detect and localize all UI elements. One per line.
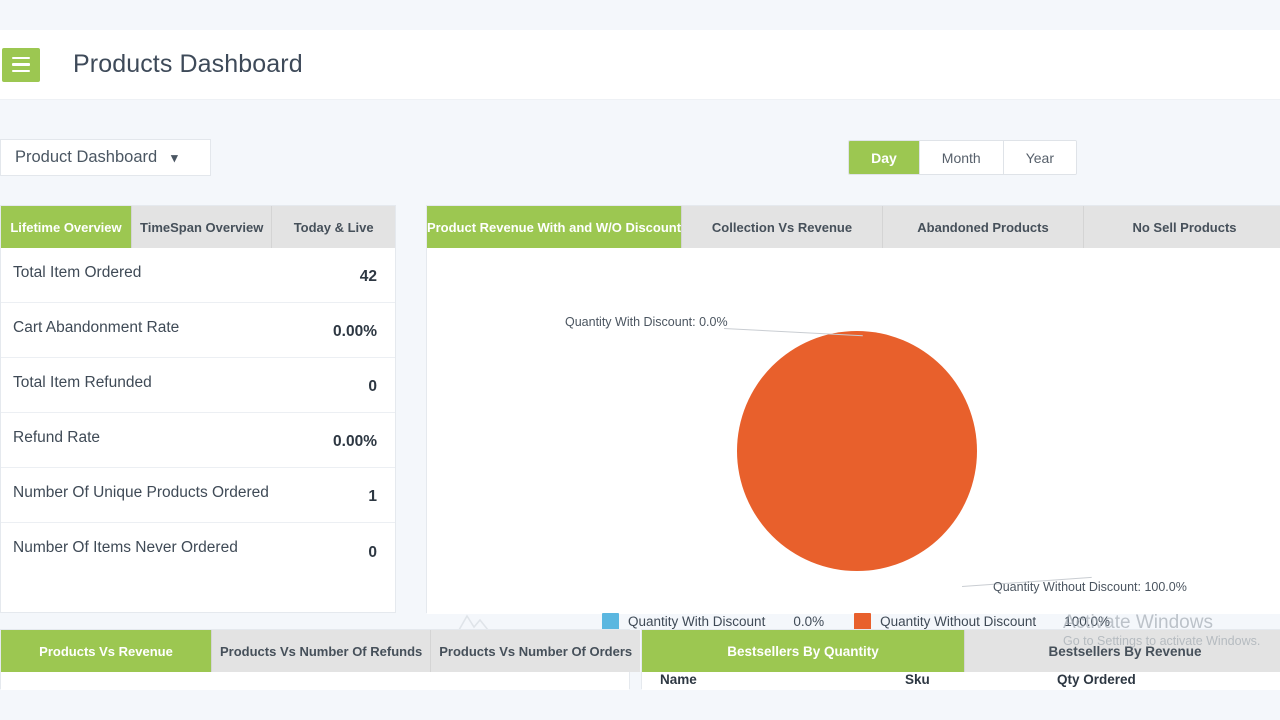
page-title: Products Dashboard <box>73 50 303 79</box>
controls-row: Product Dashboard ▾ Day Month Year 📅 Jul… <box>0 100 1280 172</box>
legend-swatch-orange <box>854 613 871 630</box>
metric-row: Number Of Items Never Ordered 0 <box>1 523 395 578</box>
column-header-name: Name <box>660 672 905 687</box>
tab-lifetime-overview[interactable]: Lifetime Overview <box>1 206 132 248</box>
overview-tabbar: Lifetime Overview TimeSpan Overview Toda… <box>1 206 395 248</box>
metric-label: Number Of Unique Products Ordered <box>13 484 269 503</box>
legend-item-with-discount[interactable]: Quantity With Discount 0.0% <box>602 613 824 630</box>
legend-label: Quantity With Discount <box>628 614 765 629</box>
bestsellers-table-header: Name Sku Qty Ordered <box>642 672 1280 687</box>
top-spacer <box>0 0 1280 30</box>
period-button-year[interactable]: Year <box>1004 141 1076 174</box>
pie-legend: Quantity With Discount 0.0% Quantity Wit… <box>427 613 1280 630</box>
metric-row: Refund Rate 0.00% <box>1 413 395 468</box>
pie-callout-without-discount: Quantity Without Discount: 100.0% <box>993 580 1187 594</box>
legend-item-without-discount[interactable]: Quantity Without Discount 100.0% <box>854 613 1110 630</box>
dashboard-select-value: Product Dashboard <box>15 148 157 167</box>
metric-value: 42 <box>360 268 377 286</box>
legend-swatch-blue <box>602 613 619 630</box>
metric-label: Cart Abandonment Rate <box>13 319 179 338</box>
metric-label: Number Of Items Never Ordered <box>13 539 238 558</box>
metric-label: Total Item Refunded <box>13 374 152 393</box>
overview-panel: Lifetime Overview TimeSpan Overview Toda… <box>0 205 396 613</box>
metric-row: Total Item Refunded 0 <box>1 358 395 413</box>
period-button-day[interactable]: Day <box>849 141 920 174</box>
column-header-sku: Sku <box>905 672 1057 687</box>
metric-label: Total Item Ordered <box>13 264 141 283</box>
metric-list: Total Item Ordered 42 Cart Abandonment R… <box>1 248 395 578</box>
period-button-month[interactable]: Month <box>920 141 1004 174</box>
products-tabbar: Products Vs Revenue Products Vs Number O… <box>1 630 629 672</box>
metric-value: 0.00% <box>333 323 377 341</box>
metric-value: 0.00% <box>333 433 377 451</box>
tab-products-vs-refunds[interactable]: Products Vs Number Of Refunds <box>212 630 431 672</box>
tab-today-and-live[interactable]: Today & Live <box>272 206 395 248</box>
revenue-panel: Product Revenue With and W/O Discount Co… <box>426 205 1280 613</box>
hamburger-icon[interactable] <box>2 48 40 82</box>
metric-row: Cart Abandonment Rate 0.00% <box>1 303 395 358</box>
legend-value: 0.0% <box>793 614 824 629</box>
products-panel-body <box>1 672 629 690</box>
bestsellers-panel: Bestsellers By Quantity Bestsellers By R… <box>641 629 1280 689</box>
tab-timespan-overview[interactable]: TimeSpan Overview <box>132 206 272 248</box>
hamburger-bar <box>12 70 30 73</box>
tab-abandoned-products[interactable]: Abandoned Products <box>883 206 1084 248</box>
revenue-tabbar: Product Revenue With and W/O Discount Co… <box>427 206 1280 248</box>
period-toggle-group: Day Month Year <box>848 140 1077 175</box>
pie-slice-quantity-without-discount[interactable] <box>737 331 977 571</box>
hamburger-bar <box>12 57 30 60</box>
metric-row: Number Of Unique Products Ordered 1 <box>1 468 395 523</box>
metric-value: 1 <box>368 488 377 506</box>
legend-label: Quantity Without Discount <box>880 614 1036 629</box>
tab-products-vs-revenue[interactable]: Products Vs Revenue <box>1 630 212 672</box>
metric-label: Refund Rate <box>13 429 100 448</box>
products-panel: Products Vs Revenue Products Vs Number O… <box>0 629 630 689</box>
metric-value: 0 <box>368 544 377 562</box>
tab-products-vs-orders[interactable]: Products Vs Number Of Orders <box>431 630 640 672</box>
tab-bestsellers-by-revenue[interactable]: Bestsellers By Revenue <box>965 630 1280 672</box>
chevron-down-icon: ▾ <box>171 150 178 166</box>
tab-product-revenue-discount[interactable]: Product Revenue With and W/O Discount <box>427 206 682 248</box>
metric-value: 0 <box>368 378 377 396</box>
tab-collection-vs-revenue[interactable]: Collection Vs Revenue <box>682 206 883 248</box>
tab-bestsellers-by-quantity[interactable]: Bestsellers By Quantity <box>642 630 965 672</box>
hamburger-bar <box>12 63 30 66</box>
legend-value: 100.0% <box>1064 614 1110 629</box>
bestsellers-table: Name Sku Qty Ordered <box>642 672 1280 690</box>
column-header-qty-ordered: Qty Ordered <box>1057 672 1217 687</box>
metric-row: Total Item Ordered 42 <box>1 248 395 303</box>
bestsellers-tabbar: Bestsellers By Quantity Bestsellers By R… <box>642 630 1280 672</box>
dashboard-select[interactable]: Product Dashboard ▾ <box>0 139 211 176</box>
tab-no-sell-products[interactable]: No Sell Products <box>1084 206 1280 248</box>
app-header: Products Dashboard <box>0 30 1280 100</box>
pie-chart: Quantity With Discount: 0.0% Quantity Wi… <box>427 248 1280 614</box>
pie-callout-with-discount: Quantity With Discount: 0.0% <box>565 315 728 329</box>
